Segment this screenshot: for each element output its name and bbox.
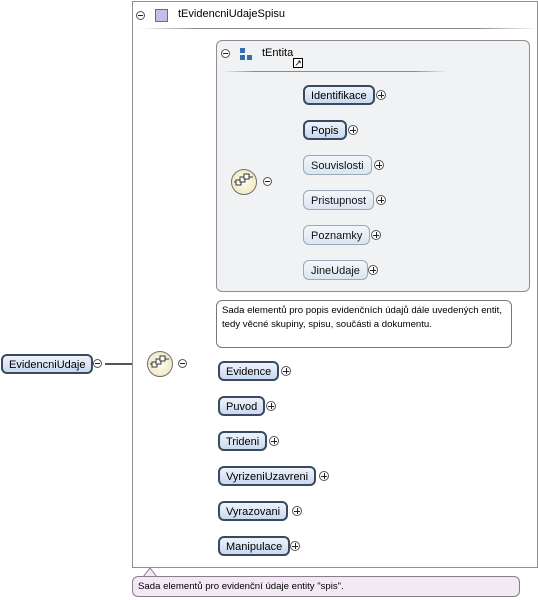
element-vyrizeniuzavreni[interactable]: VyrizeniUzavreni [218, 466, 317, 486]
outer-sequence-collapse-icon[interactable] [178, 359, 187, 368]
expand-vyrazovani-icon[interactable] [292, 506, 302, 516]
element-jineudaje[interactable]: JineUdaje [303, 260, 368, 280]
root-element-evidenciudaje[interactable]: EvidencniUdaje [1, 354, 94, 374]
expand-puvod-icon[interactable] [266, 401, 276, 411]
root-collapse-icon[interactable] [93, 359, 102, 368]
outer-type-title: tEvidencniUdajeSpisu [178, 8, 286, 20]
expand-vyrizeniuzavreni-icon[interactable] [319, 471, 329, 481]
entity-annotation-note: Sada elementů pro popis evidenčních údaj… [216, 300, 512, 348]
element-souvislosti[interactable]: Souvislosti [303, 155, 372, 175]
element-manipulace[interactable]: Manipulace [218, 536, 291, 556]
element-vyrazovani[interactable]: Vyrazovani [218, 501, 289, 521]
element-puvod[interactable]: Puvod [218, 396, 266, 416]
type-box-tEntita [216, 40, 530, 292]
element-identifikace[interactable]: Identifikace [303, 85, 375, 105]
element-poznamky[interactable]: Poznamky [303, 225, 371, 245]
expand-trideni-icon[interactable] [269, 436, 279, 446]
type-collapse-icon[interactable] [136, 11, 145, 20]
element-popis[interactable]: Popis [303, 120, 347, 140]
entity-sequence-collapse-icon[interactable] [263, 177, 272, 186]
entity-type-title: tEntita [262, 47, 294, 59]
entity-collapse-icon[interactable] [221, 49, 230, 58]
complex-type-icon [155, 9, 168, 22]
entity-type-divider [222, 71, 448, 72]
type-annotation-note: Sada elementů pro evidenční údaje entity… [132, 576, 520, 597]
outer-type-divider [138, 28, 538, 29]
expand-jineudaje-icon[interactable] [368, 265, 378, 275]
expand-identifikace-icon[interactable] [376, 90, 386, 100]
element-trideni[interactable]: Trideni [218, 431, 268, 451]
type-link-arrow-icon[interactable]: ↗ [293, 58, 303, 68]
entity-sequence-compositor-icon [231, 169, 257, 195]
expand-souvislosti-icon[interactable] [374, 160, 384, 170]
expand-pristupnost-icon[interactable] [376, 195, 386, 205]
expand-manipulace-icon[interactable] [290, 541, 300, 551]
outer-sequence-compositor-icon [147, 351, 173, 377]
expand-poznamky-icon[interactable] [371, 230, 381, 240]
expand-evidence-icon[interactable] [281, 366, 291, 376]
expand-popis-icon[interactable] [348, 125, 358, 135]
element-pristupnost[interactable]: Pristupnost [303, 190, 375, 210]
element-evidence[interactable]: Evidence [218, 361, 280, 381]
entity-type-icon [240, 48, 254, 62]
